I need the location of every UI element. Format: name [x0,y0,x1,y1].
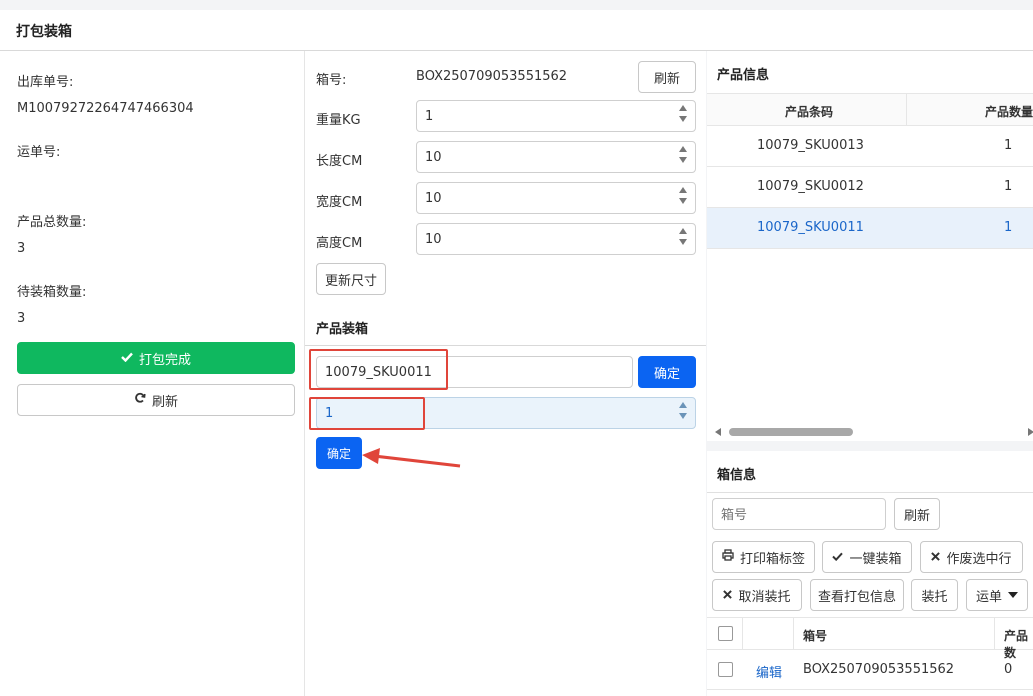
barcode-confirm-button[interactable]: 确定 [638,356,696,388]
qty-highlight-box [309,397,425,430]
caret-down-icon [1008,592,1018,598]
box-list-refresh-button[interactable]: 刷新 [894,498,940,530]
scrollbar-thumb[interactable] [729,428,853,436]
weight-label: 重量KG [316,113,361,128]
complete-packing-button[interactable]: 打包完成 [17,342,295,374]
barcode-highlight-box [309,349,448,390]
scroll-right-icon[interactable] [1028,428,1033,436]
edit-link[interactable]: 编辑 [756,662,782,681]
width-input[interactable]: 10 [416,182,696,214]
height-input[interactable]: 10 [416,223,696,255]
arrow-annotation-icon [362,448,461,468]
refresh-order-label: 刷新 [151,394,178,410]
product-info-title: 产品信息 [717,68,770,83]
box-table-header: 箱号 产品数 [707,617,1033,660]
product-info-panel: 产品信息 产品条码 产品数量 10079_SKU0013 1 10079_SKU… [707,51,1033,441]
col-qty-header: 产品数量 [985,105,1033,119]
col-box-no-header: 箱号 [803,629,828,643]
pallet-button[interactable]: 装托 [911,579,958,611]
complete-packing-label: 打包完成 [138,352,191,368]
waybill-dropdown[interactable]: 运单 [966,579,1028,611]
header-divider [994,618,995,649]
horizontal-scrollbar[interactable] [707,425,1033,439]
length-stepper[interactable] [679,146,687,163]
height-value: 10 [425,231,442,247]
update-size-button[interactable]: 更新尺寸 [316,263,386,295]
header-divider [793,618,794,649]
box-no-value: BOX250709053551562 [416,69,568,84]
box-search-input[interactable] [712,498,886,530]
width-stepper[interactable] [679,187,687,204]
cancel-pallet-button[interactable]: 取消装托 [712,579,802,611]
printer-icon [722,549,734,565]
outbound-no-value: M10079272264747466304 [17,101,194,116]
product-qty-cell: 1 [1004,138,1013,153]
table-row[interactable]: 10079_SKU0013 1 [707,126,1033,167]
waybill-label: 运单号: [17,145,61,160]
print-label-text: 打印箱标签 [739,551,805,567]
weight-input[interactable]: 1 [416,100,696,132]
box-no-label: 箱号: [316,73,347,88]
length-input[interactable]: 10 [416,141,696,173]
check-icon [832,550,844,565]
one-click-pack-button[interactable]: 一键装箱 [822,541,912,573]
height-label: 高度CM [316,236,363,251]
box-no-cell: BOX250709053551562 [803,662,955,677]
product-table-header: 产品条码 产品数量 [707,93,1033,126]
close-icon [931,550,941,565]
length-value: 10 [425,149,442,165]
void-selected-button[interactable]: 作废选中行 [920,541,1023,573]
length-label: 长度CM [316,154,363,169]
width-value: 10 [425,190,442,206]
box-refresh-button[interactable]: 刷新 [638,61,696,93]
pack-confirm-button[interactable]: 确定 [316,437,362,469]
close-icon [723,588,733,603]
outbound-no-label: 出库单号: [17,75,74,90]
height-stepper[interactable] [679,228,687,245]
pending-qty-label: 待装箱数量: [17,285,87,300]
check-icon [121,351,133,366]
product-barcode-cell: 10079_SKU0012 [757,179,864,194]
pending-qty-value: 3 [17,311,26,326]
table-row[interactable]: 10079_SKU0012 1 [707,167,1033,208]
view-pack-info-button[interactable]: 查看打包信息 [810,579,904,611]
total-qty-label: 产品总数量: [17,215,87,230]
col-barcode-header: 产品条码 [785,105,834,119]
width-label: 宽度CM [316,195,363,210]
box-qty-cell: 0 [1004,662,1013,677]
header-divider [906,94,907,125]
qty-stepper[interactable] [679,402,687,419]
product-barcode-cell: 10079_SKU0013 [757,138,864,153]
product-qty-cell: 1 [1004,179,1013,194]
product-qty-cell: 1 [1004,220,1013,235]
total-qty-value: 3 [17,241,26,256]
refresh-icon [134,392,146,408]
section-divider [707,492,1033,493]
box-info-panel: 箱信息 刷新 打印箱标签 一键装箱 作废选中行 取消装托 查看打包信息 装托 运… [707,451,1033,696]
one-click-pack-text: 一键装箱 [849,551,902,567]
select-all-checkbox[interactable] [718,626,733,641]
header-divider [742,618,743,649]
table-row-selected[interactable]: 10079_SKU0011 1 [707,208,1033,249]
box-edit-panel: 箱号: BOX250709053551562 刷新 重量KG 1 长度CM 10… [305,51,706,696]
waybill-dropdown-label: 运单 [975,589,1002,605]
table-row[interactable]: 编辑 BOX250709053551562 0 [707,650,1033,690]
scroll-left-icon[interactable] [715,428,721,436]
cancel-pallet-text: 取消装托 [738,589,791,605]
order-summary-panel: 出库单号: M10079272264747466304 运单号: 产品总数量: … [0,51,305,696]
page-header: 打包装箱 [0,10,1033,51]
product-barcode-cell: 10079_SKU0011 [757,220,864,235]
box-info-title: 箱信息 [717,468,757,483]
void-selected-text: 作废选中行 [946,551,1012,567]
section-divider [305,345,706,346]
page-title: 打包装箱 [16,24,72,40]
weight-stepper[interactable] [679,105,687,122]
refresh-order-button[interactable]: 刷新 [17,384,295,416]
packing-section-title: 产品装箱 [316,322,369,337]
weight-value: 1 [425,108,434,124]
print-label-button[interactable]: 打印箱标签 [712,541,815,573]
row-checkbox[interactable] [718,662,733,677]
